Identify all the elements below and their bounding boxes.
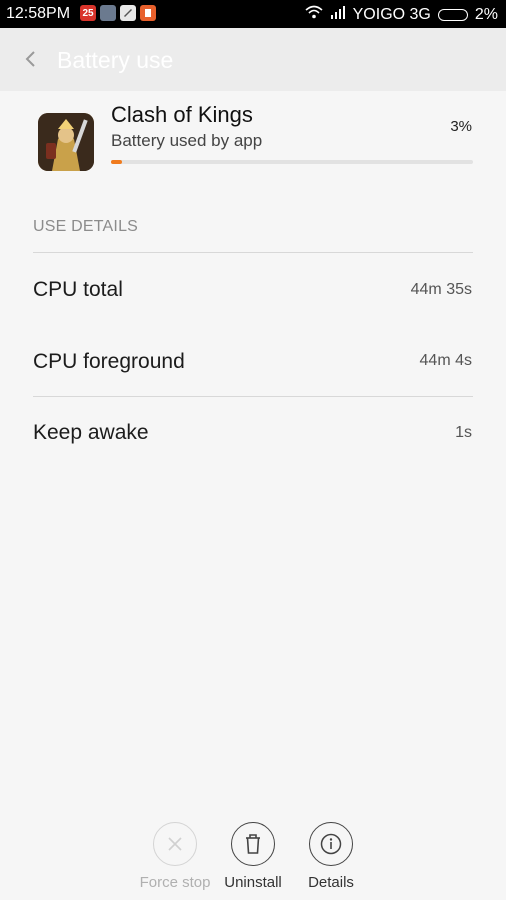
detail-row-value-keep-awake: 1s	[455, 424, 472, 441]
detail-row-label-keep-awake: Keep awake	[33, 421, 149, 444]
battery-icon	[437, 8, 468, 21]
signal-icon	[330, 5, 346, 24]
app-notification-icon-2	[120, 5, 136, 21]
battery-usage-bar	[111, 160, 473, 164]
battery-usage-bar-fill	[111, 160, 122, 164]
calendar-notification-icon: 25	[80, 5, 96, 21]
battery-percent-used: 3%	[450, 118, 472, 135]
force-stop-label: Force stop	[139, 874, 211, 891]
page-title: Battery use	[57, 47, 174, 73]
divider	[33, 396, 473, 397]
status-time: 12:58PM	[6, 5, 71, 22]
clash-of-kings-app-icon	[38, 113, 94, 171]
battery-use-screen: 12:58PM 25 YOIGO 3G 2% Battery use Clash…	[0, 0, 506, 900]
app-name: Clash of Kings	[111, 102, 253, 127]
app-notification-icon-3	[140, 5, 156, 21]
close-icon	[153, 822, 197, 866]
force-stop-button[interactable]: Force stop	[130, 822, 220, 891]
app-notification-icon	[100, 5, 116, 21]
divider	[33, 252, 473, 253]
wifi-icon	[305, 5, 323, 24]
uninstall-button[interactable]: Uninstall	[208, 822, 298, 891]
detail-row-value-cpu-foreground: 44m 4s	[419, 352, 472, 369]
details-label: Details	[308, 874, 354, 891]
status-right: YOIGO 3G 2%	[305, 5, 498, 24]
carrier-name: YOIGO 3G	[352, 5, 431, 23]
app-usage-subtitle: Battery used by app	[111, 131, 263, 150]
status-bar: 12:58PM 25 YOIGO 3G 2%	[0, 0, 506, 28]
detail-row-label-cpu-foreground: CPU foreground	[33, 350, 185, 373]
back-arrow-icon[interactable]	[20, 47, 44, 71]
trash-icon	[231, 822, 275, 866]
detail-row-label-cpu-total: CPU total	[33, 278, 123, 301]
detail-row-value-cpu-total: 44m 35s	[410, 281, 472, 298]
app-header: Battery use	[0, 28, 506, 91]
notification-icons: 25	[80, 5, 156, 21]
info-icon	[309, 822, 353, 866]
details-button[interactable]: Details	[286, 822, 376, 891]
section-label-use-details: USE DETAILS	[33, 218, 139, 235]
uninstall-label: Uninstall	[224, 874, 282, 891]
battery-percent: 2%	[474, 5, 498, 23]
